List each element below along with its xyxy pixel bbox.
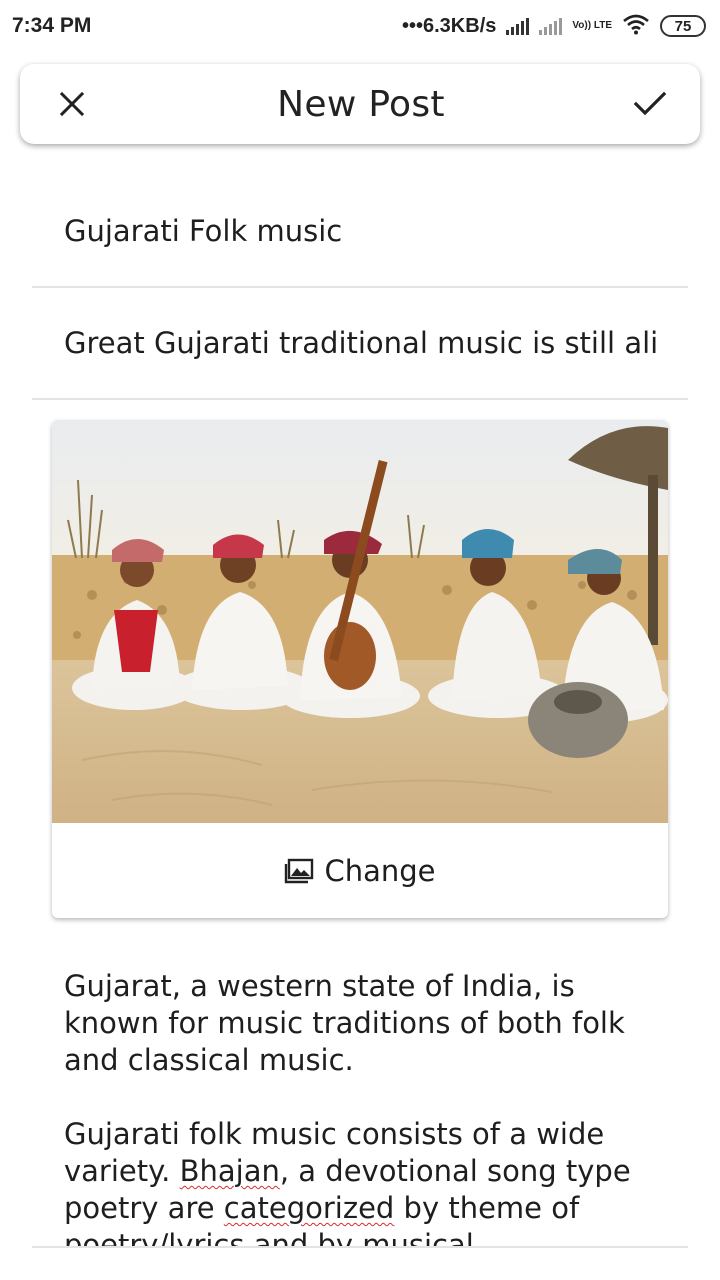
check-icon [633,91,667,116]
summary-input-value: Great Gujarati traditional music is stil… [64,326,656,360]
body-paragraph-1: Gujarat, a western state of India, is kn… [64,969,625,1077]
confirm-button[interactable] [630,84,670,124]
body-paragraph-2: Gujarati folk music consists of a wide v… [64,1116,664,1246]
change-image-button[interactable]: Change [52,823,668,918]
spellcheck-word-categorized[interactable]: categorized [224,1191,395,1225]
close-button[interactable] [52,84,92,124]
post-photo [52,420,668,823]
spellcheck-word-bhajan[interactable]: Bhajan [180,1154,280,1188]
app-bar: New Post [20,64,700,144]
status-icons: •••6.3KB/s Vo)) LTE 75 [402,13,706,39]
volte-icon: Vo)) LTE [572,20,612,31]
status-time: 7:34 PM [12,14,92,37]
battery-icon: 75 [660,15,706,37]
image-card: Change [52,420,668,918]
summary-field[interactable]: Great Gujarati traditional music is stil… [32,290,688,400]
status-bar: 7:34 PM •••6.3KB/s Vo)) LTE 75 [0,0,720,52]
image-icon [285,858,314,883]
change-image-label: Change [324,853,436,888]
wifi-icon [622,13,650,39]
body-textarea[interactable]: Gujarat, a western state of India, is kn… [64,968,664,1246]
close-icon [59,91,85,117]
page-title: New Post [277,83,445,125]
signal-icon [506,17,530,35]
signal-secondary-icon [539,17,563,35]
title-field[interactable]: Gujarati Folk music [32,180,688,288]
body-divider [32,1246,688,1248]
title-input-value: Gujarati Folk music [64,214,343,248]
network-speed: •••6.3KB/s [402,14,497,37]
